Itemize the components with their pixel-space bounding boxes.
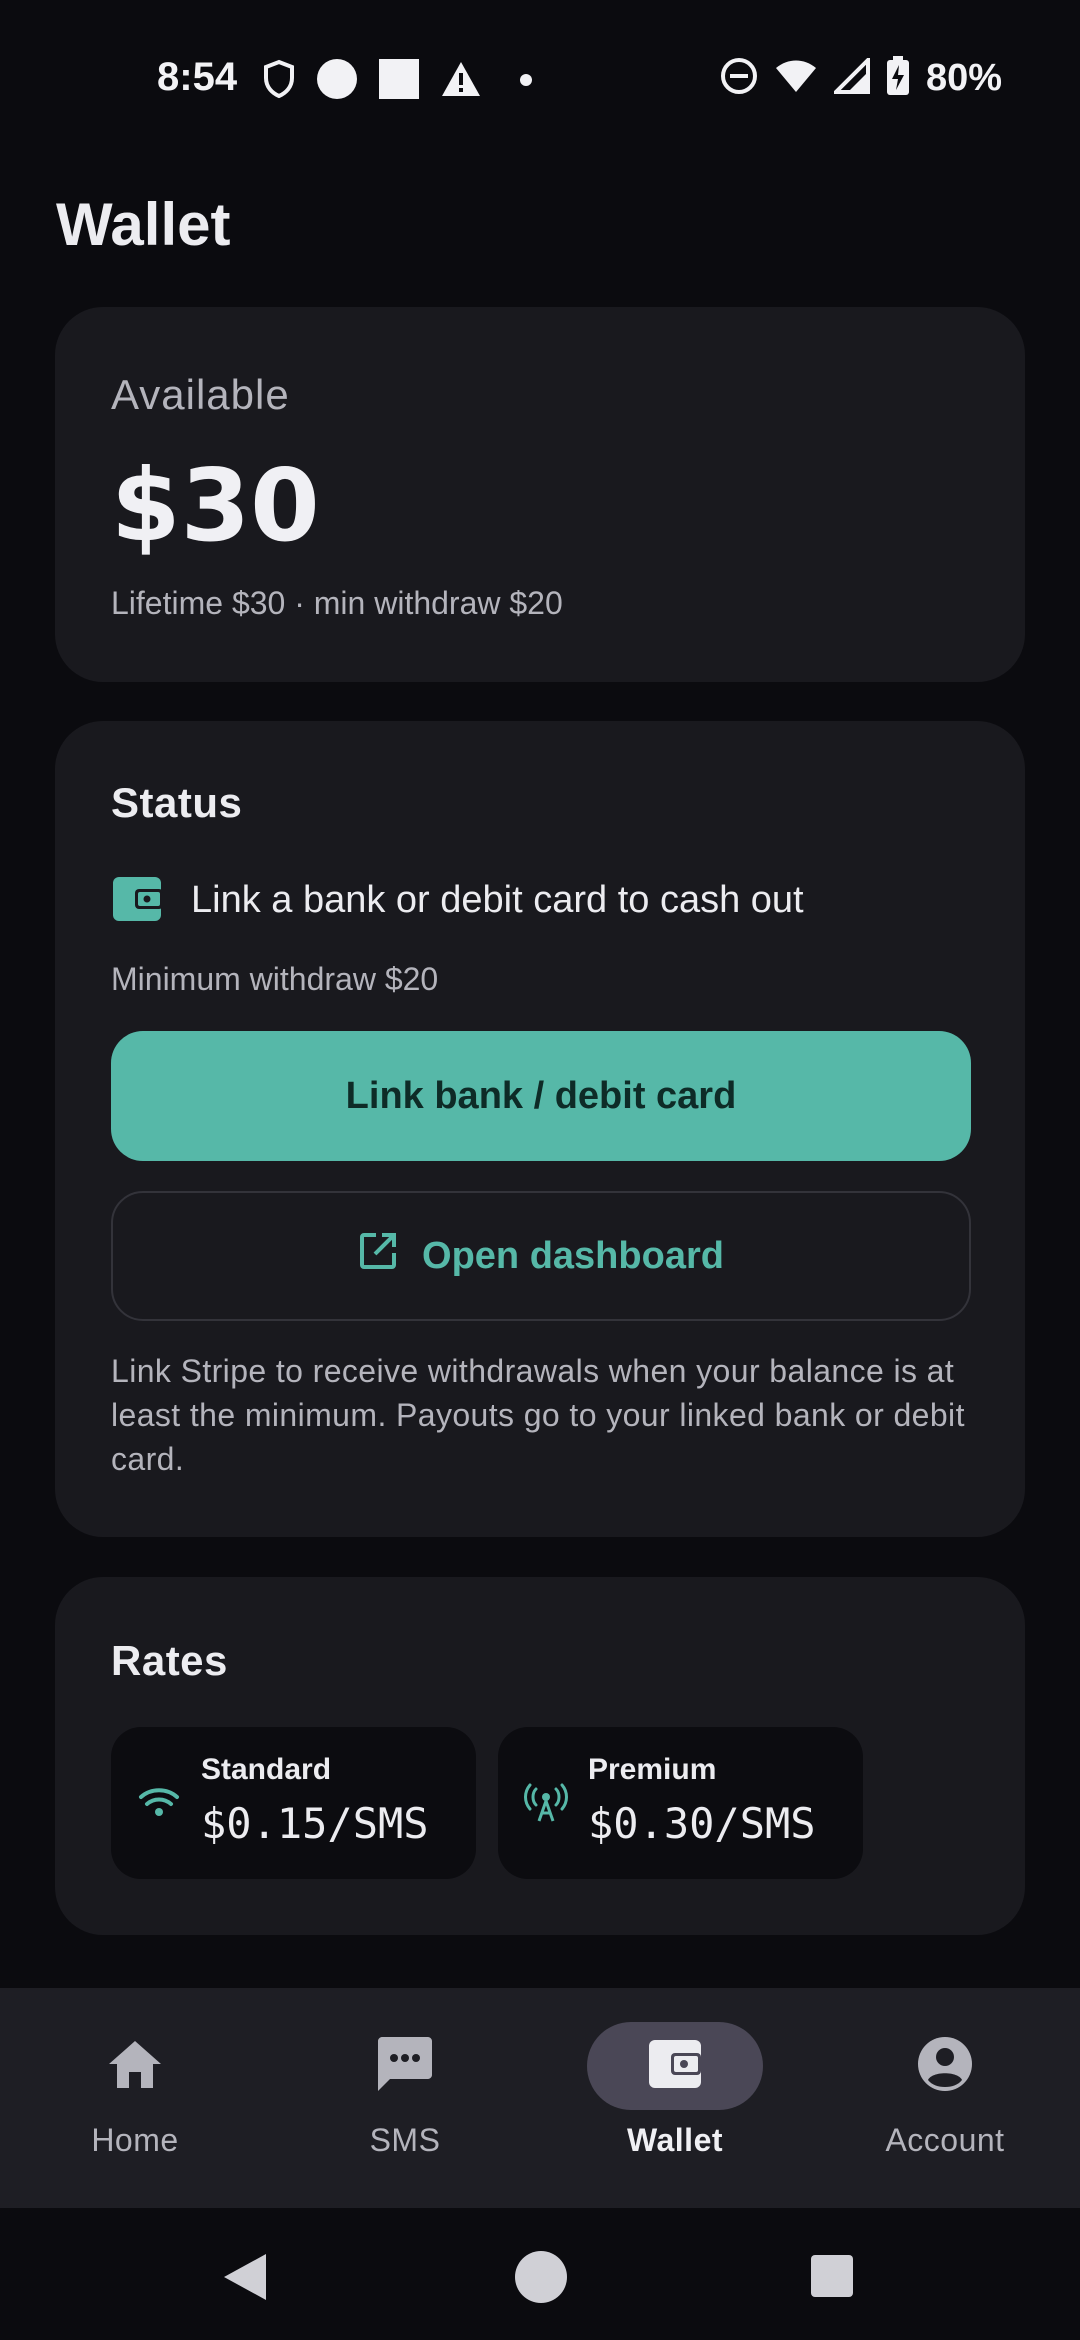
wallet-icon [647,2038,703,2095]
nav-icon-container [47,2022,223,2110]
minimum-withdraw-text: Minimum withdraw $20 [111,961,439,997]
home-icon [107,2038,163,2095]
circle-icon [316,58,358,105]
nav-active-pill [587,2022,763,2110]
status-message: Link a bank or debit card to cash out [191,879,804,921]
square-icon [378,58,420,105]
nav-icon-container [317,2022,493,2110]
rate-value: $0.15/SMS [201,1799,429,1848]
status-card: Status Link a bank or debit card to cash… [55,721,1025,1537]
rate-name: Standard [201,1753,332,1786]
open-dashboard-label: Open dashboard [422,1234,724,1277]
wallet-icon [111,873,165,928]
balance-subtext: Lifetime $30 · min withdraw $20 [111,585,563,621]
system-navigation-bar [0,2208,1080,2340]
battery-charging-icon [886,56,910,101]
nav-label-sms: SMS [369,2122,441,2158]
back-icon[interactable] [222,2252,268,2307]
nav-label-account: Account [885,2122,1005,2158]
status-note: Link Stripe to receive withdrawals when … [111,1353,965,1477]
chat-icon [376,2035,434,2098]
status-time: 8:54 [157,55,238,99]
nav-item-home[interactable]: Home [0,1988,270,2208]
alert-icon [440,60,482,103]
do-not-disturb-icon [720,57,758,100]
signal-icon [831,55,870,99]
open-dashboard-button[interactable]: Open dashboard [111,1191,971,1321]
antenna-icon [524,1783,568,1828]
battery-percentage: 80% [925,57,1002,99]
rates-card: Rates Standard $0.15/SMS Premium $0.30/S… [55,1577,1025,1935]
open-external-icon [358,1231,398,1281]
link-bank-button[interactable]: Link bank / debit card [111,1031,971,1161]
shield-icon [262,59,296,104]
system-icons: 80% [720,55,1002,101]
home-button-icon[interactable] [514,2250,568,2309]
nav-label-wallet: Wallet [626,2122,724,2158]
nav-item-wallet[interactable]: Wallet [540,1988,810,2208]
balance-label: Available [111,371,290,418]
account-icon [916,2035,974,2098]
rate-tile-standard: Standard $0.15/SMS [111,1727,476,1879]
balance-card: Available $30 Lifetime $30 · min withdra… [55,307,1025,682]
wifi-icon [774,58,818,99]
recents-icon[interactable] [810,2254,854,2303]
rates-heading: Rates [111,1637,228,1684]
nav-item-account[interactable]: Account [810,1988,1080,2208]
rate-value: $0.30/SMS [588,1799,816,1848]
rate-tile-premium: Premium $0.30/SMS [498,1727,863,1879]
dot-icon [520,73,532,91]
status-bar: 8:54 80% [0,0,1080,165]
wifi-icon [137,1783,181,1824]
nav-label-home: Home [91,2122,179,2158]
status-heading: Status [111,779,243,826]
bottom-navigation: Home SMS Wallet Account [0,1988,1080,2208]
status-message-row: Link a bank or debit card to cash out [111,873,804,928]
page-title: Wallet [56,191,231,258]
notification-icons [262,58,532,105]
nav-item-sms[interactable]: SMS [270,1988,540,2208]
rate-name: Premium [588,1753,717,1786]
nav-icon-container [857,2022,1033,2110]
balance-amount: $30 [111,447,320,564]
